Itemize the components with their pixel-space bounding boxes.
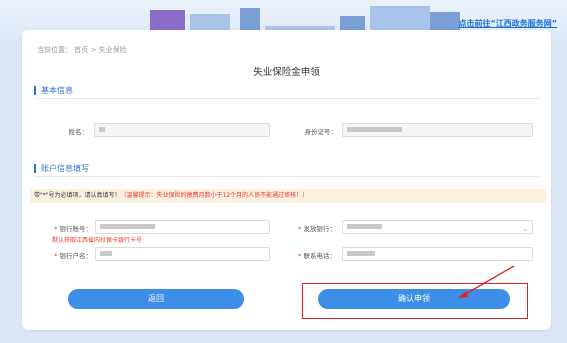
phone-label: * 联系电话： bbox=[298, 252, 336, 260]
phone-input[interactable] bbox=[342, 247, 533, 261]
notice-bar: 带"*"号为必填项，请认真填写！（温馨提示：失业保险的缴费月数小于12个月的人员… bbox=[30, 189, 546, 203]
breadcrumb: 当前位置： 首页 > 失业保险 bbox=[37, 45, 127, 55]
bank-account-hint: 默认获取江西省内社保卡银行卡号 bbox=[52, 237, 143, 244]
banner-skyline bbox=[430, 12, 460, 32]
id-label: 身份证号： bbox=[304, 128, 338, 136]
banner-skyline bbox=[370, 6, 430, 32]
issuing-bank-label: * 发放银行： bbox=[298, 225, 336, 233]
holder-label: * 银行户名： bbox=[54, 252, 92, 260]
breadcrumb-home[interactable]: 首页 bbox=[74, 46, 88, 54]
bank-account-input[interactable] bbox=[95, 220, 270, 234]
divider bbox=[34, 98, 539, 99]
chevron-down-icon: ⌄ bbox=[522, 225, 528, 233]
gov-service-link[interactable]: 点击前往“江西政务服务网” bbox=[458, 18, 557, 29]
banner-skyline bbox=[150, 10, 185, 32]
back-button[interactable]: 返回 bbox=[68, 289, 244, 309]
bank-account-label: * 银行账号： bbox=[54, 225, 92, 233]
notice-warning: （温馨提示：失业保险的缴费月数小于12个月的人员不能通过审核！） bbox=[120, 192, 309, 199]
banner-skyline bbox=[240, 8, 260, 32]
id-number-field bbox=[342, 123, 533, 137]
name-label: 姓名： bbox=[68, 128, 89, 136]
page-title: 失业保险金申领 bbox=[253, 67, 320, 78]
notice-required: 带"*"号为必填项，请认真填写！ bbox=[34, 192, 121, 199]
breadcrumb-current: 失业保险 bbox=[98, 46, 127, 54]
bank-holder-input[interactable] bbox=[95, 247, 270, 261]
section-basic-info: 基本信息 bbox=[34, 86, 73, 95]
divider bbox=[34, 176, 539, 177]
highlight-box bbox=[302, 283, 528, 319]
name-field bbox=[94, 123, 270, 137]
breadcrumb-prefix: 当前位置： bbox=[37, 46, 72, 54]
section-account-info: 账户信息填写 bbox=[34, 164, 89, 173]
issuing-bank-select[interactable]: ⌄ bbox=[342, 220, 533, 234]
breadcrumb-separator: > bbox=[90, 46, 97, 54]
